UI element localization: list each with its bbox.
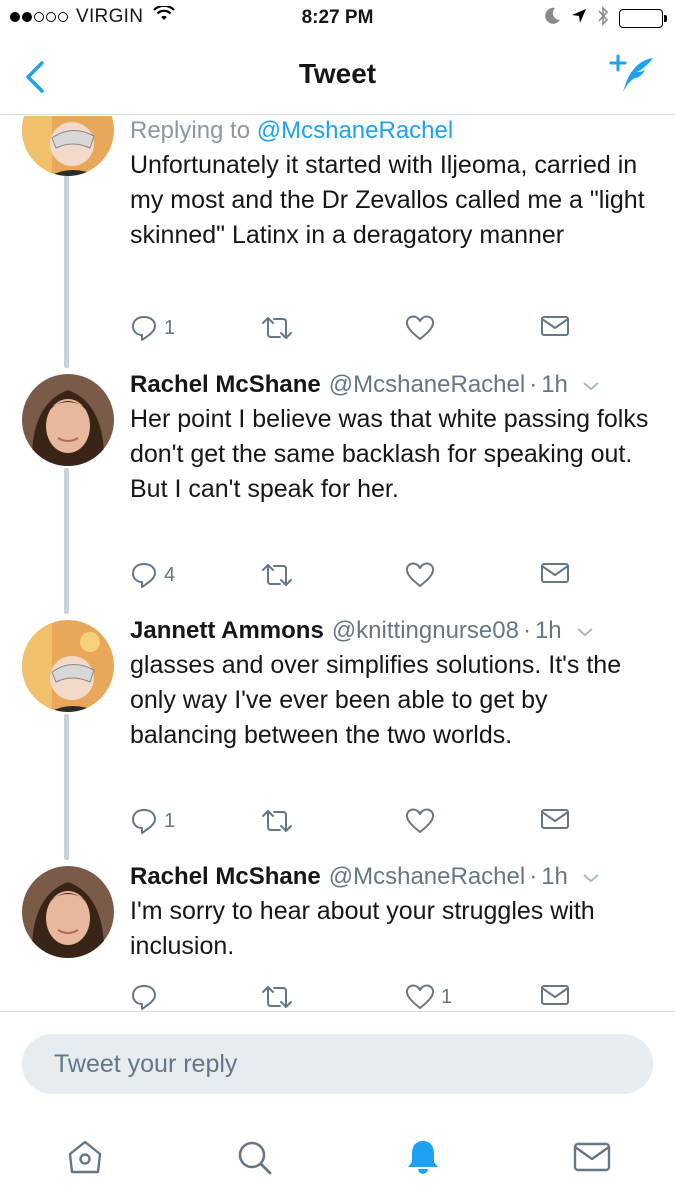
tab-notifications[interactable] [399,1133,447,1181]
separator: · [522,617,531,644]
replying-to: Replying to @McshaneRachel [130,116,657,146]
like-button[interactable] [405,314,435,342]
reply-button[interactable]: 1 [130,314,175,342]
retweet-icon [262,986,292,1008]
like-count: 1 [441,985,453,1008]
chevron-down-icon[interactable] [582,370,600,400]
search-icon [238,1141,272,1175]
reply-count: 1 [164,809,176,832]
like-button[interactable]: 1 [405,983,452,1011]
retweet-icon [262,564,292,586]
heart-icon [406,315,434,340]
tweet-item[interactable]: Rachel McShane @McshaneRachel · 1h Her p… [0,368,675,616]
like-button[interactable] [405,561,435,589]
tab-messages[interactable] [568,1133,616,1181]
compose-tweet-button[interactable] [609,52,657,98]
retweet-icon [262,810,292,832]
tab-bar [0,1111,675,1200]
tweet-item[interactable]: Jannett Ammons @knittingnurse08 · 1h gla… [0,614,675,860]
author-handle[interactable]: @McshaneRachel [329,370,525,400]
heart-icon [406,808,434,833]
tweet-actions: 4 [130,561,590,593]
tweet-actions: 1 [130,983,590,1011]
replying-to-label: Replying to [130,117,251,144]
tweet-actions: 1 [130,314,590,346]
retweet-button[interactable] [260,314,294,342]
tweet-item[interactable]: Rachel McShane @McshaneRachel · 1h I'm s… [0,860,675,1011]
like-button[interactable] [405,807,435,835]
envelope-icon [541,809,569,829]
chevron-down-icon[interactable] [576,616,594,646]
avatar[interactable] [22,620,114,712]
chevron-down-icon[interactable] [582,862,600,892]
tab-search[interactable] [230,1133,278,1181]
heart-icon [406,562,434,587]
tweet-thread: Replying to @McshaneRachel Unfortunately… [0,116,675,1011]
envelope-icon [541,985,569,1005]
tweet-time: 1h [541,371,568,398]
heart-icon [406,984,434,1009]
notifications-icon [408,1141,438,1174]
home-icon [68,1140,102,1174]
direct-message-button[interactable] [540,983,570,1007]
reply-count: 4 [164,563,176,586]
reply-icon [132,985,156,1010]
tweet-item[interactable]: Replying to @McshaneRachel Unfortunately… [0,116,675,364]
tweet-text: I'm sorry to hear about your struggles w… [130,897,595,960]
reply-composer [0,1011,675,1111]
direct-message-button[interactable] [540,561,570,585]
direct-message-button[interactable] [540,314,570,338]
tab-home[interactable] [61,1133,109,1181]
reply-icon [132,316,156,341]
navigation-bar: Tweet [0,38,675,115]
status-icons [545,6,667,31]
tweet-time: 1h [541,863,568,890]
retweet-button[interactable] [260,983,294,1011]
status-bar: VIRGIN 8:27 PM [0,0,675,38]
retweet-icon [262,317,292,339]
reply-count: 1 [164,316,176,339]
reply-button[interactable]: 4 [130,561,175,589]
tweet-text: Her point I believe was that white passi… [130,405,649,503]
tweet-header: Rachel McShane @McshaneRachel · 1h [130,370,657,400]
do-not-disturb-icon [545,7,561,30]
bluetooth-icon [597,6,609,31]
reply-icon [132,809,156,834]
tweet-actions: 1 [130,807,590,839]
author-handle[interactable]: @McshaneRachel [329,862,525,892]
envelope-icon [541,563,569,583]
direct-message-button[interactable] [540,807,570,831]
envelope-icon [541,316,569,336]
avatar[interactable] [22,374,114,466]
messages-icon [573,1142,611,1172]
tweet-header: Jannett Ammons @knittingnurse08 · 1h [130,616,657,646]
retweet-button[interactable] [260,807,294,835]
author-name[interactable]: Rachel McShane [130,370,321,400]
author-name[interactable]: Jannett Ammons [130,616,324,646]
avatar[interactable] [22,866,114,958]
reply-button[interactable] [130,983,164,1011]
reply-icon [132,563,156,588]
replying-to-mention[interactable]: @McshaneRachel [257,117,453,144]
compose-tweet-icon [609,54,653,92]
page-title: Tweet [298,58,377,89]
tweet-text: glasses and over simplifies solutions. I… [130,651,622,749]
avatar[interactable] [22,116,114,176]
battery-icon [619,9,667,28]
separator: · [529,863,538,890]
tweet-time: 1h [534,617,562,644]
author-handle[interactable]: @knittingnurse08 [332,616,519,646]
retweet-button[interactable] [260,561,294,589]
tweet-header: Rachel McShane @McshaneRachel · 1h [130,862,657,892]
reply-button[interactable]: 1 [130,807,175,835]
author-name[interactable]: Rachel McShane [130,862,321,892]
tweet-text: Unfortunately it started with Iljeoma, c… [130,151,645,249]
reply-input[interactable] [22,1034,653,1094]
separator: · [529,371,538,398]
location-icon [571,8,587,29]
